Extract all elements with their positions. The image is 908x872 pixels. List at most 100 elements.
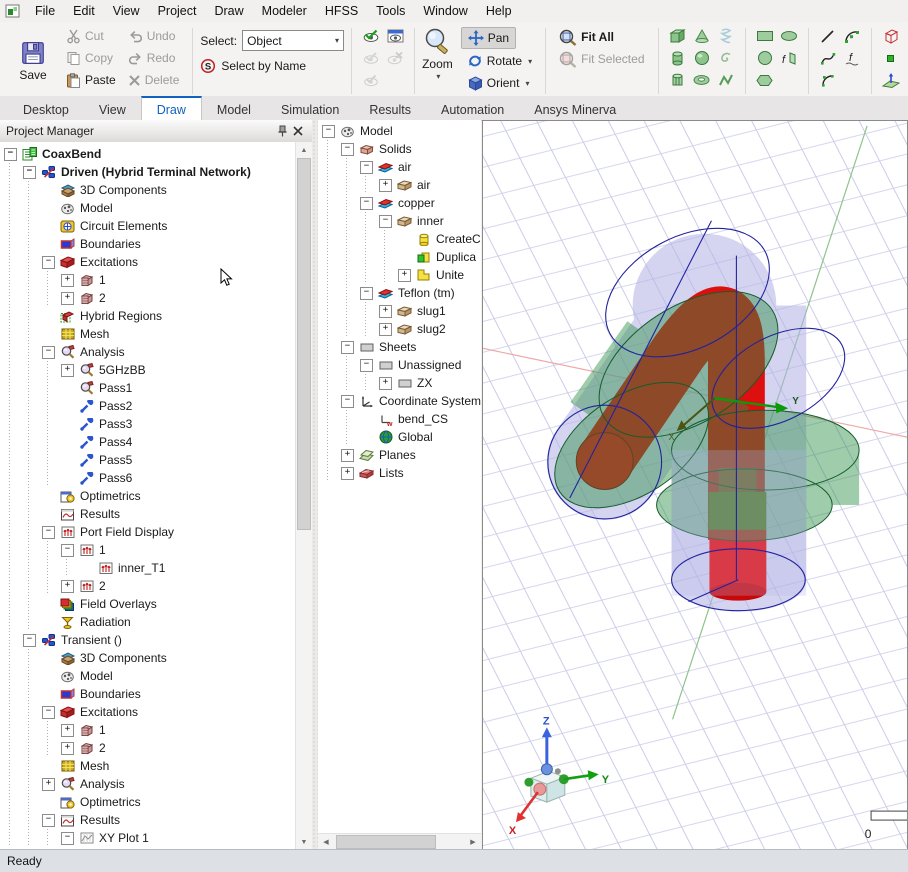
draw-bondwire-button[interactable]: [714, 70, 738, 91]
tree-item[interactable]: 3D Components: [4, 181, 296, 199]
tab-draw[interactable]: Draw: [141, 96, 202, 120]
tree-item[interactable]: +ZX: [322, 374, 481, 392]
pan-button[interactable]: Pan: [461, 27, 516, 49]
tab-desktop[interactable]: Desktop: [8, 96, 84, 120]
tree-item[interactable]: +Analysis: [4, 775, 296, 793]
collapse-toggle[interactable]: −: [42, 706, 55, 719]
tree-item[interactable]: Field Overlays: [4, 595, 296, 613]
tree-item[interactable]: +1: [4, 721, 296, 739]
expand-toggle[interactable]: +: [379, 323, 392, 336]
draw-cylinder-button[interactable]: [666, 48, 690, 69]
tree-item[interactable]: −Solids: [322, 140, 481, 158]
create-region-button[interactable]: [879, 26, 903, 47]
save-button[interactable]: Save: [8, 25, 58, 97]
tree-item[interactable]: inner_T1: [4, 559, 296, 577]
tree-item[interactable]: −inner: [322, 212, 481, 230]
redo-button[interactable]: Redo: [122, 48, 186, 68]
tree-item[interactable]: Circuit Elements: [4, 217, 296, 235]
expand-toggle[interactable]: +: [379, 179, 392, 192]
tab-ansys-minerva[interactable]: Ansys Minerva: [519, 96, 631, 120]
model-tree-hscrollbar[interactable]: ◀ ▶: [318, 833, 481, 850]
expand-toggle[interactable]: +: [42, 778, 55, 791]
tree-item[interactable]: +Lists: [322, 464, 481, 482]
rotate-view-button[interactable]: Rotate▾: [461, 51, 538, 71]
collapse-toggle[interactable]: −: [42, 346, 55, 359]
tree-item[interactable]: +2: [4, 577, 296, 595]
menu-draw[interactable]: Draw: [205, 2, 252, 20]
scrollbar-thumb[interactable]: [297, 158, 311, 530]
collapse-toggle[interactable]: −: [379, 215, 392, 228]
project-tree-scrollbar[interactable]: ▲ ▼: [295, 142, 312, 850]
draw-plane-button[interactable]: [879, 70, 903, 91]
menu-project[interactable]: Project: [149, 2, 206, 20]
eye-show-all-button[interactable]: [359, 70, 383, 91]
tree-item[interactable]: −Teflon (tm): [322, 284, 481, 302]
tab-simulation[interactable]: Simulation: [266, 96, 354, 120]
scroll-right-arrow[interactable]: ▶: [465, 834, 481, 850]
tree-item[interactable]: −air: [322, 158, 481, 176]
tree-item[interactable]: −1: [4, 541, 296, 559]
collapse-toggle[interactable]: −: [61, 832, 74, 845]
tree-item[interactable]: +1: [4, 271, 296, 289]
tree-item[interactable]: Optimetrics: [4, 487, 296, 505]
menu-modeler[interactable]: Modeler: [253, 2, 316, 20]
draw-helix-button[interactable]: [714, 26, 738, 47]
collapse-toggle[interactable]: −: [360, 197, 373, 210]
tree-item[interactable]: +slug1: [322, 302, 481, 320]
draw-sphere-button[interactable]: [690, 48, 714, 69]
tree-item[interactable]: wbend_CS: [322, 410, 481, 428]
draw-polyhedron-button[interactable]: [666, 70, 690, 91]
undo-button[interactable]: Undo: [122, 26, 186, 46]
cut-button[interactable]: Cut: [60, 26, 122, 46]
draw-equation-curve-button[interactable]: f: [840, 48, 864, 69]
tree-item[interactable]: Pass6: [4, 469, 296, 487]
fit-selected-button[interactable]: Fit Selected: [553, 49, 650, 69]
menu-edit[interactable]: Edit: [64, 2, 104, 20]
draw-ellipse-button[interactable]: [777, 26, 801, 47]
paste-button[interactable]: Paste: [60, 70, 122, 90]
visibility-window-button[interactable]: [383, 26, 407, 47]
collapse-toggle[interactable]: −: [4, 148, 17, 161]
tree-item[interactable]: Optimetrics: [4, 793, 296, 811]
tree-item[interactable]: +slug2: [322, 320, 481, 338]
expand-toggle[interactable]: +: [61, 292, 74, 305]
tree-item[interactable]: −copper: [322, 194, 481, 212]
expand-toggle[interactable]: +: [379, 377, 392, 390]
draw-box-button[interactable]: [666, 26, 690, 47]
tree-item[interactable]: +2: [4, 739, 296, 757]
tree-item[interactable]: −Model: [322, 122, 481, 140]
collapse-toggle[interactable]: −: [42, 526, 55, 539]
tree-item[interactable]: +Unite: [322, 266, 481, 284]
select-type-combobox[interactable]: Object ▾: [242, 30, 344, 51]
collapse-toggle[interactable]: −: [341, 341, 354, 354]
collapse-toggle[interactable]: −: [23, 634, 36, 647]
tree-item[interactable]: 3D Components: [4, 649, 296, 667]
tree-item[interactable]: −Coordinate Systems: [322, 392, 481, 410]
collapse-toggle[interactable]: −: [23, 166, 36, 179]
eye-show-selection-button[interactable]: [359, 48, 383, 69]
tab-view[interactable]: View: [84, 96, 141, 120]
tree-item[interactable]: −XY Plot 1: [4, 829, 296, 847]
menu-help[interactable]: Help: [477, 2, 521, 20]
close-icon[interactable]: [290, 123, 306, 139]
tree-item[interactable]: Hybrid Regions: [4, 307, 296, 325]
draw-line-button[interactable]: [816, 26, 840, 47]
tree-item[interactable]: CreateC: [322, 230, 481, 248]
tree-item[interactable]: −Excitations: [4, 253, 296, 271]
tree-item[interactable]: −Analysis: [4, 343, 296, 361]
menu-tools[interactable]: Tools: [367, 2, 414, 20]
copy-button[interactable]: Copy: [60, 48, 122, 68]
draw-surface-function-button[interactable]: f: [777, 48, 801, 69]
menu-view[interactable]: View: [104, 2, 149, 20]
tree-item[interactable]: Boundaries: [4, 685, 296, 703]
tree-item[interactable]: +2: [4, 289, 296, 307]
scroll-down-arrow[interactable]: ▼: [296, 834, 312, 850]
scroll-left-arrow[interactable]: ◀: [318, 834, 334, 850]
draw-arc-3pt-button[interactable]: [840, 26, 864, 47]
collapse-toggle[interactable]: −: [42, 256, 55, 269]
tree-item[interactable]: Model: [4, 199, 296, 217]
tree-item[interactable]: Pass2: [4, 397, 296, 415]
delete-button[interactable]: Delete: [122, 70, 186, 90]
expand-toggle[interactable]: +: [61, 724, 74, 737]
collapse-toggle[interactable]: −: [341, 143, 354, 156]
